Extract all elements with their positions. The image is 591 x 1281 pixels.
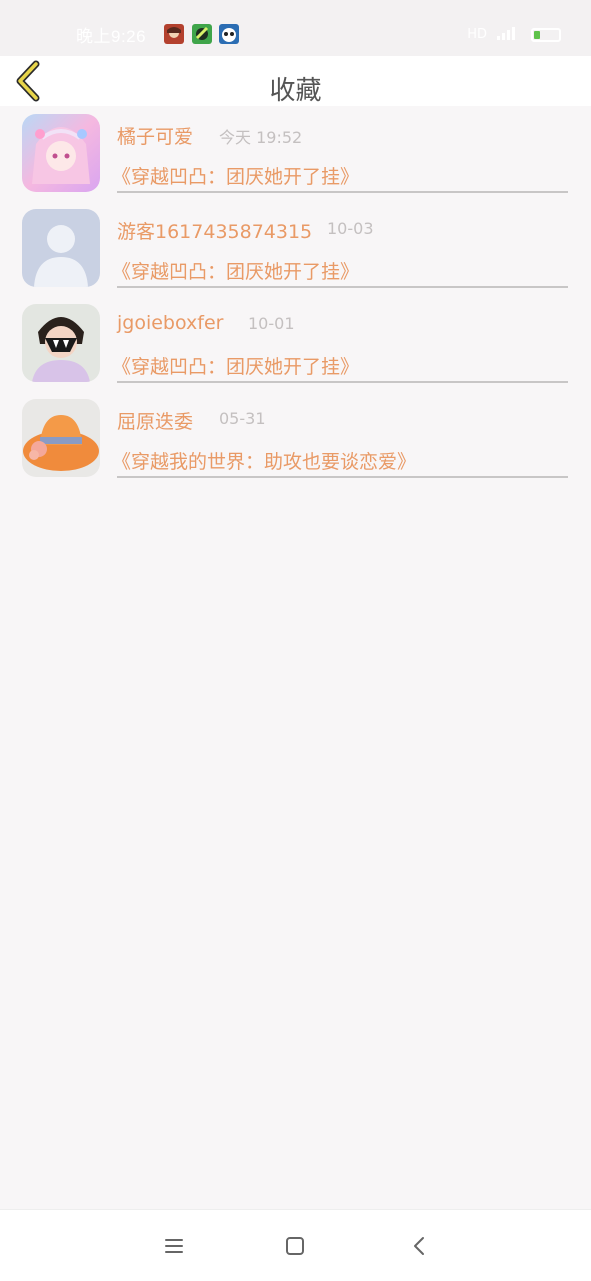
status-time: 晚上9:26 <box>76 27 147 46</box>
panda-app-icon <box>219 24 239 44</box>
page-title: 收藏 <box>269 76 322 106</box>
battery-icon <box>531 27 561 42</box>
user-name: jgoieboxfer <box>117 312 224 334</box>
novel-title[interactable]: 《穿越凹凸：团厌她开了挂》 <box>112 162 359 189</box>
divider <box>117 476 568 478</box>
battery-level <box>534 30 540 39</box>
wifi-signal-icon <box>495 25 523 44</box>
favorite-time: 05-31 <box>219 409 266 428</box>
divider <box>117 381 568 383</box>
user-name: 屈原迭委 <box>117 411 194 433</box>
back-chevron-icon[interactable] <box>406 1232 434 1260</box>
favorite-time: 10-01 <box>248 314 295 333</box>
status-bar: 晚上9:26 HD <box>0 0 591 56</box>
user-name: 游客1617435874315 <box>117 221 313 243</box>
divider <box>117 286 568 288</box>
novel-title[interactable]: 《穿越凹凸：团厌她开了挂》 <box>112 257 359 284</box>
app-header: 收藏 <box>0 56 591 106</box>
hd-icon: HD <box>467 27 487 42</box>
user-name: 橘子可爱 <box>117 126 194 148</box>
favorite-item[interactable]: 橘子可爱 今天 19:52 《穿越凹凸：团厌她开了挂》 <box>0 106 591 201</box>
anime-girl-avatar[interactable] <box>22 114 100 192</box>
favorite-time: 10-03 <box>327 219 374 238</box>
system-nav-bar <box>0 1209 591 1281</box>
default-user-avatar[interactable] <box>22 209 100 287</box>
favorite-time: 今天 19:52 <box>219 128 303 147</box>
game-app-icon <box>192 24 212 44</box>
favorite-item[interactable]: jgoieboxfer 10-01 《穿越凹凸：团厌她开了挂》 <box>0 296 591 391</box>
home-square-icon[interactable] <box>281 1232 309 1260</box>
masked-girl-avatar[interactable] <box>22 304 100 382</box>
orange-hat-avatar[interactable] <box>22 399 100 477</box>
novel-title[interactable]: 《穿越凹凸：团厌她开了挂》 <box>112 352 359 379</box>
novel-title[interactable]: 《穿越我的世界：助攻也要谈恋爱》 <box>112 447 416 474</box>
favorite-item[interactable]: 屈原迭委 05-31 《穿越我的世界：助攻也要谈恋爱》 <box>0 391 591 486</box>
divider <box>117 191 568 193</box>
favorites-list: 橘子可爱 今天 19:52 《穿越凹凸：团厌她开了挂》 游客1617435874… <box>0 106 591 486</box>
anime-app-icon <box>164 24 184 44</box>
favorite-item[interactable]: 游客1617435874315 10-03 《穿越凹凸：团厌她开了挂》 <box>0 201 591 296</box>
menu-icon[interactable] <box>160 1232 188 1260</box>
